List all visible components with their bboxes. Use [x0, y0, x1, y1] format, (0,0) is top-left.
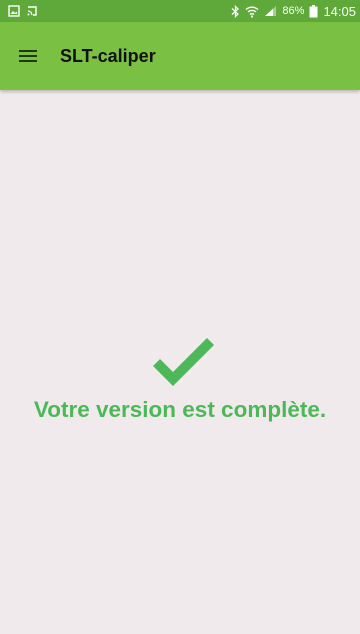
bluetooth-icon: [231, 4, 240, 18]
status-time: 14:05: [323, 3, 356, 19]
menu-button[interactable]: [0, 22, 56, 90]
battery-percent: 86%: [282, 5, 305, 17]
app-bar: SLT-caliper: [0, 22, 360, 90]
status-right: 86% 14:05: [226, 4, 356, 19]
signal-icon: [264, 5, 277, 17]
gallery-notification-icon: [8, 5, 20, 17]
cast-notification-icon: [26, 5, 38, 17]
main-content: Votre version est complète.: [0, 90, 360, 634]
check-icon: [153, 338, 214, 386]
app-title: SLT-caliper: [60, 45, 156, 66]
completion-message: Votre version est complète.: [33, 397, 327, 422]
status-bar: 86% 14:05: [0, 0, 360, 22]
wifi-icon: [245, 5, 259, 18]
battery-icon: [309, 4, 318, 18]
hamburger-menu-icon: [19, 47, 37, 65]
status-left: [8, 5, 44, 17]
